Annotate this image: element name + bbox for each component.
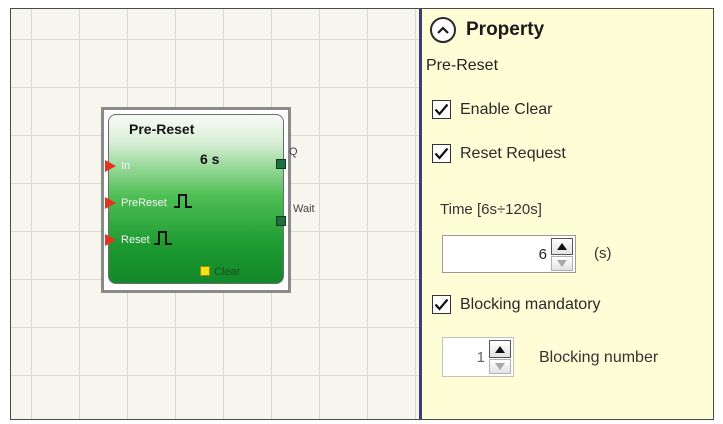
- time-decrement-button[interactable]: [551, 256, 573, 271]
- input-reset-label: Reset: [121, 234, 150, 246]
- checkmark-icon: [434, 147, 449, 160]
- time-increment-button[interactable]: [551, 238, 573, 255]
- blocking-mandatory-checkbox[interactable]: [432, 295, 451, 314]
- input-prereset-label: PreReset: [121, 197, 167, 209]
- block-time: 6 s: [200, 151, 220, 167]
- clear-port[interactable]: [200, 266, 210, 276]
- arrow-up-icon: [557, 243, 567, 250]
- panel-title: Property: [466, 19, 545, 40]
- time-unit-label: (s): [594, 245, 612, 262]
- time-range-label: Time [6s÷120s]: [440, 201, 542, 218]
- input-reset-arrow-icon[interactable]: [105, 234, 116, 246]
- reset-request-checkbox[interactable]: [432, 144, 451, 163]
- block-title: Pre-Reset: [129, 121, 195, 137]
- blocking-mandatory-option[interactable]: Blocking mandatory: [432, 295, 601, 314]
- blocking-number-stepper-buttons: [489, 340, 511, 374]
- reset-request-label: Reset Request: [460, 144, 566, 162]
- collapse-button[interactable]: [430, 17, 456, 43]
- blocking-number-value[interactable]: 1: [477, 338, 485, 376]
- output-wait-port[interactable]: [276, 216, 286, 226]
- blocking-number-stepper[interactable]: 1: [442, 337, 514, 377]
- checkmark-icon: [434, 103, 449, 116]
- input-in-arrow-icon[interactable]: [105, 160, 116, 172]
- arrow-down-icon: [557, 260, 567, 267]
- enable-clear-checkbox[interactable]: [432, 100, 451, 119]
- output-q-port[interactable]: [276, 159, 286, 169]
- prereset-pulse-icon: [174, 194, 192, 208]
- blocking-number-decrement-button[interactable]: [489, 359, 511, 374]
- blocking-number-label: Blocking number: [539, 349, 659, 366]
- reset-request-option[interactable]: Reset Request: [432, 144, 566, 163]
- reset-pulse-icon: [154, 231, 172, 245]
- selected-block-name: Pre-Reset: [426, 57, 499, 74]
- blocking-number-increment-button[interactable]: [489, 340, 511, 358]
- time-value[interactable]: 6: [539, 236, 547, 272]
- pre-reset-block[interactable]: Pre-Reset 6 s In PreReset Reset Q Wait C…: [105, 114, 315, 284]
- clear-label: Clear: [214, 266, 241, 278]
- output-wait-label: Wait: [293, 203, 315, 215]
- input-in-label: In: [121, 160, 131, 172]
- arrow-down-icon: [495, 363, 505, 370]
- arrow-up-icon: [495, 345, 505, 353]
- main-frame: Pre-Reset 6 s In PreReset Reset Q Wait C…: [10, 8, 714, 420]
- time-stepper-buttons: [551, 238, 573, 271]
- output-q-label: Q: [289, 146, 298, 158]
- checkmark-icon: [434, 298, 449, 311]
- property-panel: Property Pre-Reset Enable Clear Reset Re…: [422, 9, 713, 419]
- chevron-up-icon: [437, 26, 449, 34]
- function-block-selection[interactable]: Pre-Reset 6 s In PreReset Reset Q Wait C…: [101, 107, 315, 293]
- input-prereset-arrow-icon[interactable]: [105, 197, 116, 209]
- blocking-mandatory-label: Blocking mandatory: [460, 295, 601, 313]
- time-stepper[interactable]: 6: [442, 235, 576, 273]
- enable-clear-label: Enable Clear: [460, 100, 553, 118]
- design-canvas[interactable]: Pre-Reset 6 s In PreReset Reset Q Wait C…: [11, 9, 419, 419]
- enable-clear-option[interactable]: Enable Clear: [432, 100, 553, 119]
